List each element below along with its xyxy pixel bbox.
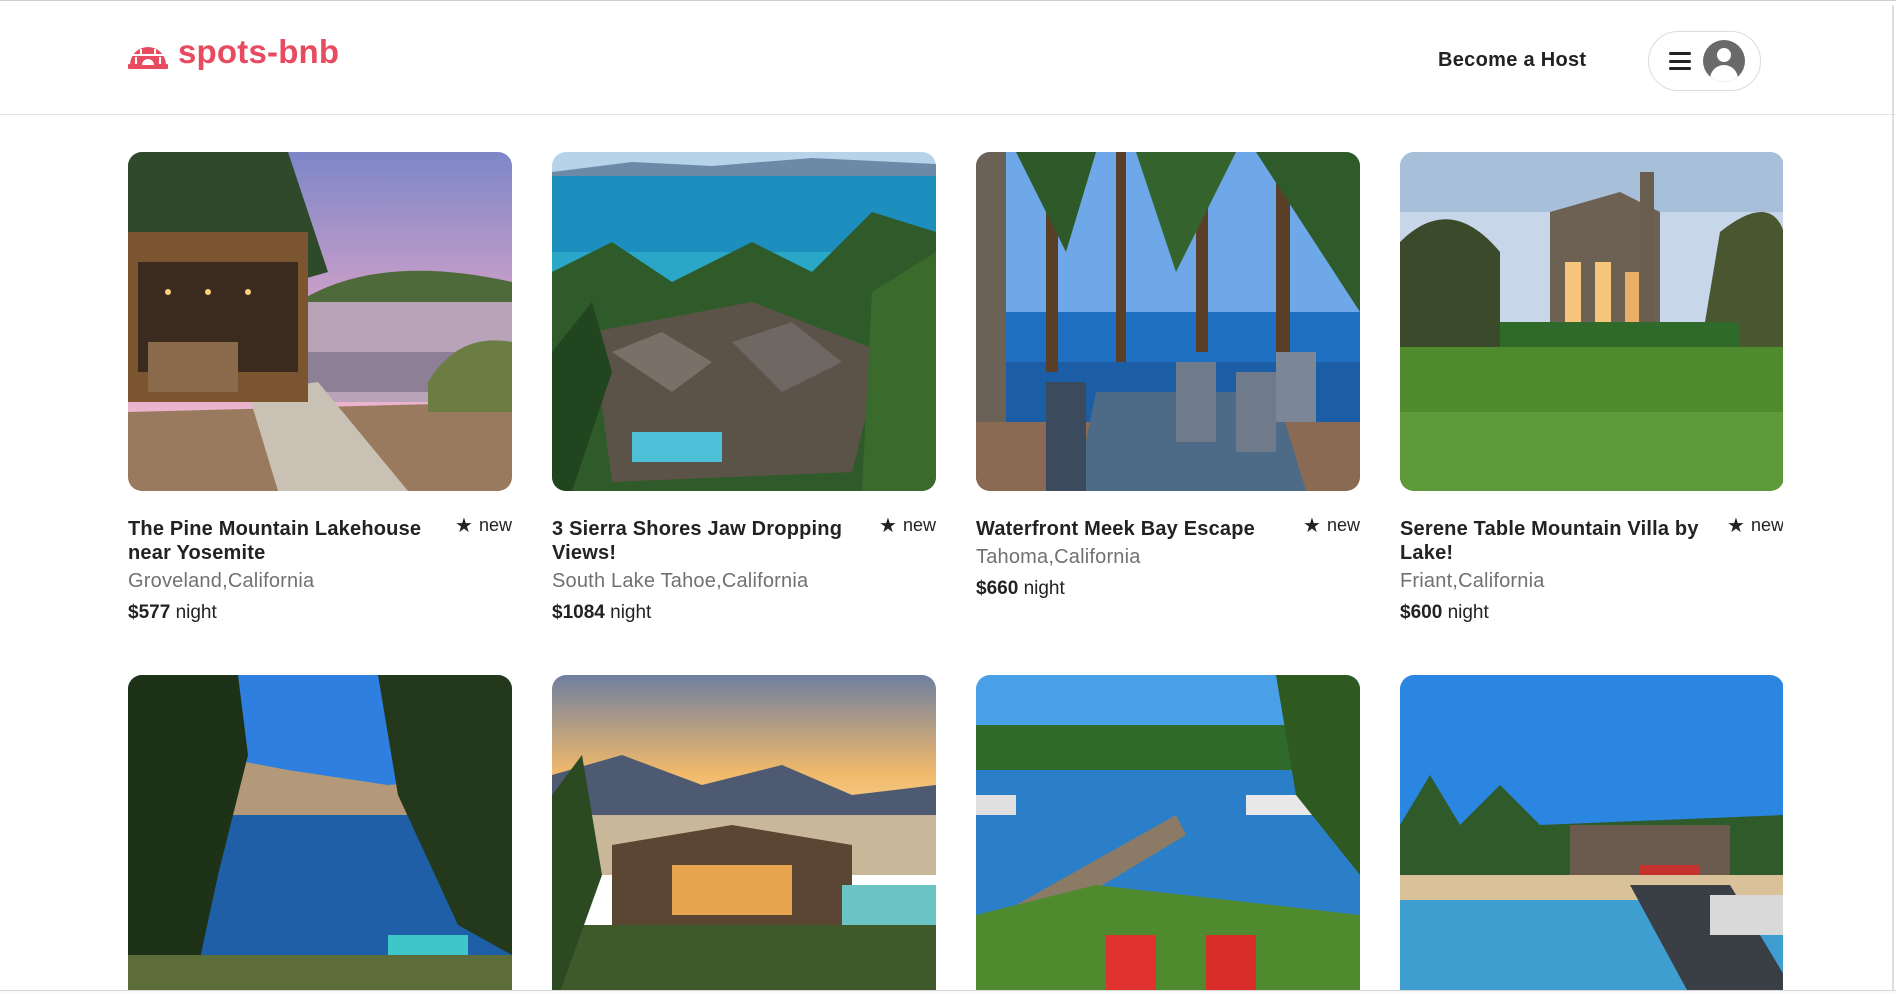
price-unit: night	[1023, 578, 1065, 599]
price-unit: night	[1447, 602, 1489, 623]
star-icon: ★	[1727, 514, 1745, 537]
page-scrollbar[interactable]	[1892, 5, 1894, 993]
price-unit: night	[610, 602, 652, 623]
listing-card[interactable]: The Pine Mountain Lakehouse near Yosemit…	[128, 152, 512, 625]
listing-location: Friant,California	[1400, 570, 1545, 592]
igloo-logo-icon	[128, 39, 168, 69]
listing-card[interactable]: 3 Sierra Shores Jaw Dropping Views! ★ new…	[552, 152, 936, 625]
price-amount: $660	[976, 578, 1019, 599]
listing-image[interactable]	[1400, 152, 1783, 491]
listing-location: South Lake Tahoe,California	[552, 570, 809, 592]
listing-rating: ★ new	[1303, 515, 1360, 536]
rating-text: new	[1750, 515, 1783, 535]
hamburger-menu-icon	[1669, 52, 1691, 70]
listing-image[interactable]	[128, 675, 512, 990]
listing-price: $660 night	[976, 577, 1360, 601]
listing-card[interactable]	[976, 675, 1360, 990]
listing-title: The Pine Mountain Lakehouse near Yosemit…	[128, 518, 422, 564]
price-amount: $1084	[552, 602, 605, 623]
listing-card[interactable]	[552, 675, 936, 990]
listing-price: $1084 night	[552, 601, 936, 625]
price-amount: $577	[128, 602, 171, 623]
listing-card[interactable]: Waterfront Meek Bay Escape ★ new Tahoma,C…	[976, 152, 1360, 601]
logo-link[interactable]: spots-bnb	[128, 33, 339, 71]
listing-location: Groveland,California	[128, 570, 315, 592]
become-a-host-link[interactable]: Become a Host	[1438, 49, 1586, 72]
profile-menu-button[interactable]	[1648, 31, 1761, 91]
brand-name: spots-bnb	[178, 33, 340, 70]
star-icon: ★	[455, 514, 473, 537]
listing-image[interactable]	[1400, 675, 1783, 990]
listing-card[interactable]	[128, 675, 512, 990]
price-amount: $600	[1400, 602, 1443, 623]
rating-text: new	[1326, 515, 1360, 535]
listing-rating: ★ new	[879, 515, 936, 536]
listing-price: $600 night	[1400, 601, 1783, 625]
listing-price: $577 night	[128, 601, 512, 625]
listing-title: Serene Table Mountain Villa by Lake!	[1400, 518, 1699, 564]
listing-location: Tahoma,California	[976, 546, 1141, 568]
user-avatar-icon	[1703, 40, 1745, 82]
star-icon: ★	[879, 514, 897, 537]
listing-rating: ★ new	[1727, 515, 1783, 536]
listing-image[interactable]	[128, 152, 512, 491]
rating-text: new	[478, 515, 512, 535]
price-unit: night	[175, 602, 217, 623]
listing-title: 3 Sierra Shores Jaw Dropping Views!	[552, 518, 843, 564]
listing-card[interactable]: Serene Table Mountain Villa by Lake! ★ ne…	[1400, 152, 1783, 625]
listing-image[interactable]	[552, 152, 936, 491]
listing-rating: ★ new	[455, 515, 512, 536]
star-icon: ★	[1303, 514, 1321, 537]
listing-image[interactable]	[552, 675, 936, 990]
listings-grid: The Pine Mountain Lakehouse near Yosemit…	[128, 152, 1783, 990]
rating-text: new	[902, 515, 936, 535]
listing-image[interactable]	[976, 675, 1360, 990]
listing-image[interactable]	[976, 152, 1360, 491]
site-header: spots-bnb Become a Host	[0, 5, 1896, 115]
listing-card[interactable]	[1400, 675, 1783, 990]
listing-title: Waterfront Meek Bay Escape	[976, 518, 1255, 540]
